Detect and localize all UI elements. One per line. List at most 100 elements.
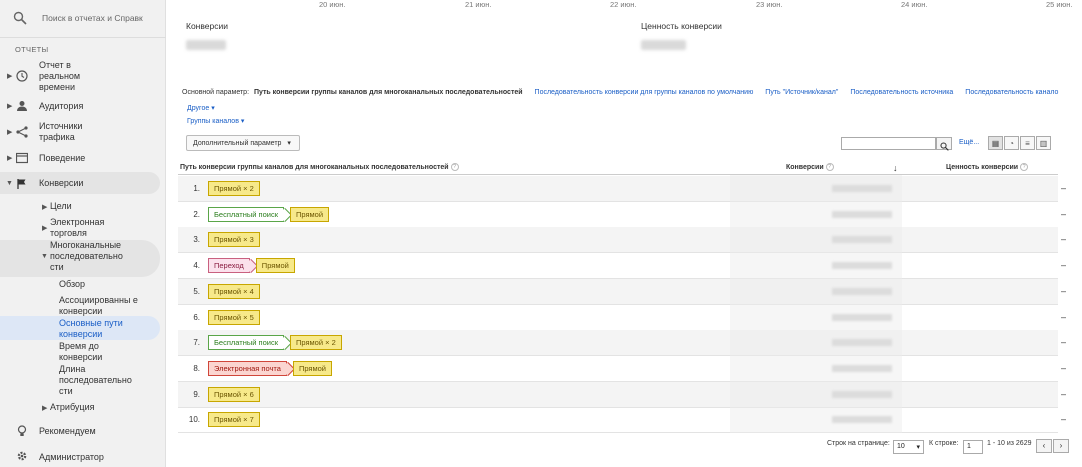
conversion-value-cell: – [1060,337,1066,348]
lightbulb-icon [17,425,27,436]
header-divider [178,174,1058,175]
metric-conversions-value [186,40,226,50]
expand-caret[interactable]: ▶ [42,404,47,412]
collapse-caret[interactable]: ▼ [41,253,48,260]
col-header-path[interactable]: Путь конверсии группы каналов для многок… [180,163,459,171]
primary-dimension-row: Основной параметр: Путь конверсии группы… [182,89,1058,96]
path-chips: Переход Прямой [208,258,301,274]
row-number: 2. [193,209,200,219]
table-row[interactable]: 7. Бесплатный поиск Прямой × 2 – [178,330,1066,357]
chevron-down-icon: ▾ [240,118,245,125]
collapse-caret[interactable]: ▼ [6,180,13,187]
secondary-dimension-button[interactable]: Дополнительный параметр ▾ [186,135,300,151]
pivot-view-icon[interactable]: ▥ [1036,136,1051,150]
pagination-range: 1 - 10 из 2629 [987,440,1032,447]
row-number: 5. [193,286,200,296]
row-number: 8. [193,363,200,373]
row-number: 10. [188,415,200,425]
table-row[interactable]: 4. Переход Прямой – [178,253,1066,280]
expand-caret[interactable]: ▶ [7,72,12,80]
advanced-filter-link[interactable]: Ещё... [959,139,979,146]
channel-chip: Прямой × 5 [208,309,260,325]
channel-chip: Прямой × 4 [208,283,260,299]
table-search-button[interactable] [936,137,952,151]
gear-icon [17,451,27,461]
sidebar-item-assisted[interactable]: Ассоциированны е конверсии [59,295,141,317]
table-row[interactable]: 9. Прямой × 6 – [178,381,1066,408]
expand-caret[interactable]: ▶ [7,154,12,162]
col-header-value[interactable]: Ценность конверсии? [946,163,1029,171]
sidebar-item-admin[interactable]: Администратор [39,452,104,463]
help-icon[interactable]: ? [825,163,834,171]
dimension-other-dropdown[interactable]: Другое ▾ [187,104,215,112]
path-chips: Прямой × 7 [208,412,266,428]
sidebar-item-goals[interactable]: Цели [50,201,72,212]
channel-chip: Прямой × 3 [208,232,260,248]
table-row[interactable]: 5. Прямой × 4 – [178,278,1066,305]
sidebar-item-recommended[interactable]: Рекомендуем [39,426,96,437]
channel-chip: Электронная почта [208,360,287,376]
table-row[interactable]: 8. Электронная почта Прямой – [178,356,1066,382]
dimension-option-default[interactable]: Последовательность конверсии для группы … [535,89,754,96]
channel-chip: Переход [208,258,250,274]
table-row[interactable]: 10. Прямой × 7 – [178,407,1066,434]
expand-caret[interactable]: ▶ [7,128,12,136]
table-row[interactable]: 6. Прямой × 5 – [178,305,1066,331]
table-row[interactable]: 3. Прямой × 3 – [178,227,1066,254]
next-page-button[interactable]: › [1053,439,1069,453]
sidebar-item-top-paths[interactable]: Основные пути конверсии [59,318,137,340]
goto-label: К строке: [929,440,959,447]
rows-per-page-select[interactable]: 10 ▾ [893,440,924,454]
sidebar-item-behavior[interactable]: Поведение [39,153,85,164]
conversion-value-cell: – [1060,362,1066,373]
col-header-path-label: Путь конверсии группы каналов для многок… [180,163,449,171]
conversion-value-cell: – [1060,388,1066,399]
goto-row-input[interactable]: 1 [963,440,983,454]
expand-caret[interactable]: ▶ [7,102,12,110]
sidebar-item-ecommerce[interactable]: Электронная торговля [50,217,120,239]
sidebar-item-conversions[interactable]: Конверсии [39,178,83,189]
dimension-option-source[interactable]: Последовательность источника [850,89,953,96]
col-header-conversions[interactable]: Конверсии? [786,163,834,171]
row-number: 3. [193,235,200,245]
conversion-value-cell: – [1060,414,1066,425]
sidebar-item-sources[interactable]: Источники трафика [39,121,99,143]
table-view-icon[interactable]: ▦ [988,136,1003,150]
conversion-value-cell: – [1060,208,1066,219]
channel-groups-dropdown[interactable]: Группы каналов ▾ [187,117,244,125]
sidebar-item-audience[interactable]: Аудитория [39,101,83,112]
sidebar-item-path-length[interactable]: Длина последовательно сти [59,364,145,397]
acquisition-icon [16,126,28,138]
sidebar-item-attribution[interactable]: Атрибуция [50,402,94,413]
report-search[interactable]: Поиск в отчетах и Справк [0,0,166,38]
conversion-value-cell: – [1060,311,1066,322]
table-row[interactable]: 2. Бесплатный поиск Прямой – [178,202,1066,228]
row-number: 1. [193,184,200,193]
secondary-dimension-label: Дополнительный параметр [193,140,282,147]
channel-chip: Прямой [292,360,332,376]
help-icon[interactable]: ? [1020,163,1029,171]
sidebar-item-time-lag[interactable]: Время до конверсии [59,341,119,363]
dimension-option-medium[interactable]: Последовательность канало [965,89,1058,96]
performance-view-icon[interactable]: ≡ [1020,136,1035,150]
prev-page-button[interactable]: ‹ [1036,439,1052,453]
chevron-down-icon: ▾ [916,444,920,451]
person-icon [17,101,27,111]
channel-chip: Прямой × 6 [208,386,260,402]
search-placeholder[interactable]: Поиск в отчетах и Справк [42,13,143,23]
sidebar-item-mcf[interactable]: Многоканальные последовательно сти [50,240,132,273]
pie-view-icon[interactable]: ◔ [1004,136,1019,150]
expand-caret[interactable]: ▶ [42,203,47,211]
expand-caret[interactable]: ▶ [42,224,47,232]
sidebar-item-overview[interactable]: Обзор [59,279,85,290]
help-icon[interactable]: ? [450,163,459,171]
dimension-option-source-medium[interactable]: Путь "Источник/канал" [765,89,838,96]
sidebar-item-realtime[interactable]: Отчет в реальном времени [39,60,99,93]
table-search-input[interactable] [841,137,936,150]
sort-desc-icon[interactable]: ↓ [893,163,898,173]
chevron-down-icon: ▾ [211,105,215,112]
path-chips: Прямой × 3 [208,232,266,248]
table-row[interactable]: 1. Прямой × 2 – [178,176,1066,202]
sorted-column-highlight [730,175,902,433]
col-header-value-label: Ценность конверсии [946,163,1019,171]
